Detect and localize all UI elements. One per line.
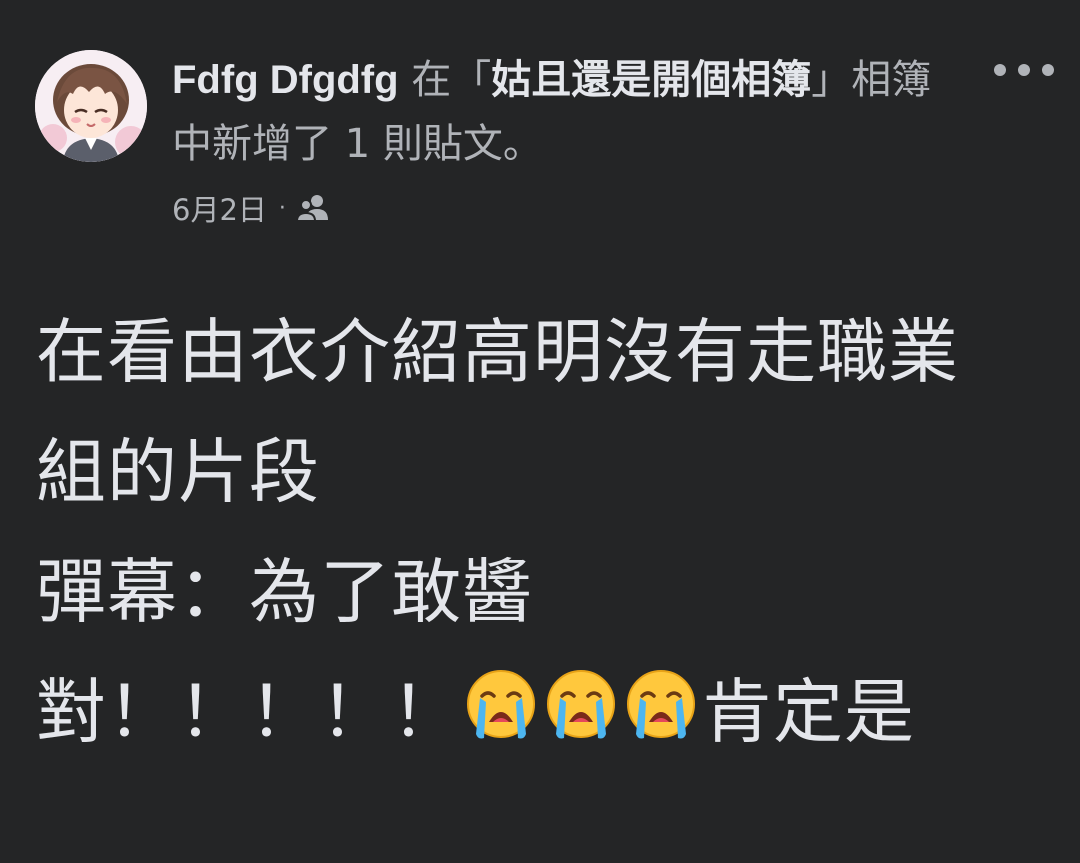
more-horizontal-icon-dot (1018, 64, 1030, 76)
avatar-illustration (35, 50, 147, 162)
post-body: 在看由衣介紹高明沒有走職業 組的片段 彈幕：為了敢醬 對！！！！！ 肯定是 (36, 292, 1046, 772)
avatar[interactable] (35, 50, 147, 162)
body-line-4-suffix: 肯定是 (702, 671, 915, 753)
loudly-crying-face-icon (542, 666, 620, 744)
author-name[interactable]: Fdfg Dfgdfg (172, 58, 399, 102)
loudly-crying-face-icon (622, 666, 700, 744)
body-line-4: 對！！！！！ 肯定是 (36, 652, 1046, 772)
more-horizontal-icon-dot (994, 64, 1006, 76)
more-horizontal-icon-dot (1042, 64, 1054, 76)
post-card: Fdfg Dfgdfg 在「姑且還是開個相簿」相簿中新增了 1 則貼文。 6月2… (0, 0, 1080, 863)
header-in-text: 在 (411, 57, 452, 103)
album-link[interactable]: 姑且還是開個相簿 (491, 57, 811, 103)
post-date[interactable]: 6月2日 (172, 187, 267, 229)
loudly-crying-face-icon (462, 666, 540, 744)
meta-separator: · (278, 195, 286, 221)
post-header: Fdfg Dfgdfg 在「姑且還是開個相簿」相簿中新增了 1 則貼文。 (172, 48, 962, 176)
body-line-2: 組的片段 (36, 431, 320, 513)
body-line-1: 在看由衣介紹高明沒有走職業 (36, 311, 959, 393)
post-meta: 6月2日 · (172, 186, 330, 230)
album-close-bracket: 」 (811, 57, 852, 103)
body-line-4-prefix: 對！！！！！ (36, 671, 462, 753)
body-line-3: 彈幕：為了敢醬 (36, 551, 533, 633)
friends-icon[interactable] (295, 194, 330, 222)
album-open-bracket: 「 (451, 57, 492, 103)
more-options-button[interactable] (994, 58, 1054, 82)
